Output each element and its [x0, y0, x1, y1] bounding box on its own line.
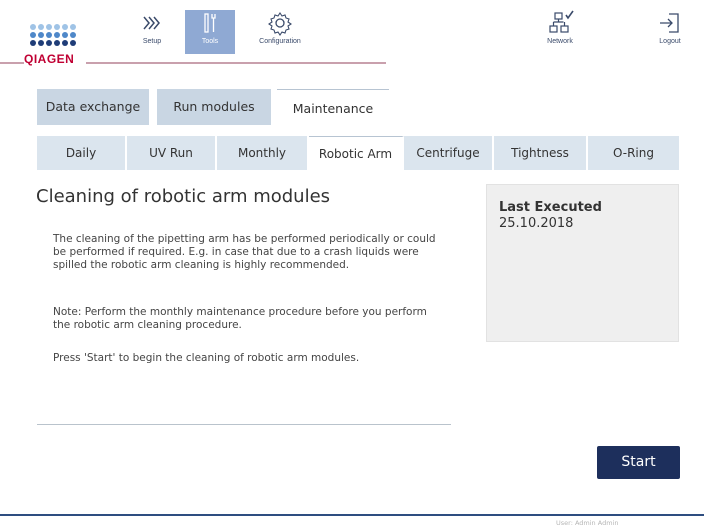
- footer-user-label: User: Admin Admin: [556, 519, 619, 527]
- nav-logout-label: Logout: [659, 38, 681, 45]
- logout-icon: [660, 13, 679, 33]
- nav-configuration-label: Configuration: [259, 38, 301, 45]
- network-icon: [549, 10, 574, 33]
- last-executed-date: 25.10.2018: [499, 216, 574, 231]
- start-button[interactable]: Start: [597, 446, 680, 479]
- logo-dots-icon: [30, 24, 76, 46]
- subtab-tightness[interactable]: Tightness: [494, 136, 588, 170]
- footer-rule: [0, 514, 704, 516]
- last-executed-heading: Last Executed: [499, 200, 602, 215]
- nav-configuration-button[interactable]: Configuration: [245, 10, 315, 54]
- nav-network-label: Network: [547, 38, 573, 45]
- nav-logout-button[interactable]: Logout: [650, 10, 690, 54]
- logo-text: QIAGEN: [24, 52, 75, 66]
- content-divider: [37, 424, 451, 425]
- instruction-text: Press 'Start' to begin the cleaning of r…: [53, 352, 360, 364]
- nav-tools-button[interactable]: Tools: [185, 10, 235, 54]
- subtab-o-ring[interactable]: O-Ring: [588, 136, 679, 170]
- qiagen-logo: QIAGEN: [22, 24, 84, 66]
- nav-tools-label: Tools: [201, 38, 219, 45]
- subtab-uv-run[interactable]: UV Run: [127, 136, 217, 170]
- tools-icon: [204, 13, 216, 33]
- subtab-monthly[interactable]: Monthly: [217, 136, 309, 170]
- nav-setup-label: Setup: [142, 38, 162, 45]
- last-executed-panel: Last Executed 25.10.2018: [486, 184, 679, 342]
- description-text: The cleaning of the pipetting arm has be…: [53, 233, 436, 271]
- subtab-robotic-arm[interactable]: Robotic Arm: [309, 136, 404, 170]
- header-rule-right: [86, 62, 386, 64]
- tab-data-exchange[interactable]: Data exchange: [37, 89, 149, 125]
- nav-setup-button[interactable]: Setup: [133, 10, 171, 54]
- header-rule-left: [0, 62, 24, 64]
- gear-icon: [268, 12, 292, 36]
- tab-maintenance[interactable]: Maintenance: [277, 89, 389, 126]
- chevrons-right-icon: [143, 16, 160, 30]
- subtab-centrifuge[interactable]: Centrifuge: [404, 136, 494, 170]
- page-title: Cleaning of robotic arm modules: [36, 186, 331, 207]
- nav-network-button[interactable]: Network: [535, 10, 585, 54]
- note-text: Note: Perform the monthly maintenance pr…: [53, 306, 427, 331]
- tab-run-modules[interactable]: Run modules: [157, 89, 271, 125]
- subtab-daily[interactable]: Daily: [37, 136, 127, 170]
